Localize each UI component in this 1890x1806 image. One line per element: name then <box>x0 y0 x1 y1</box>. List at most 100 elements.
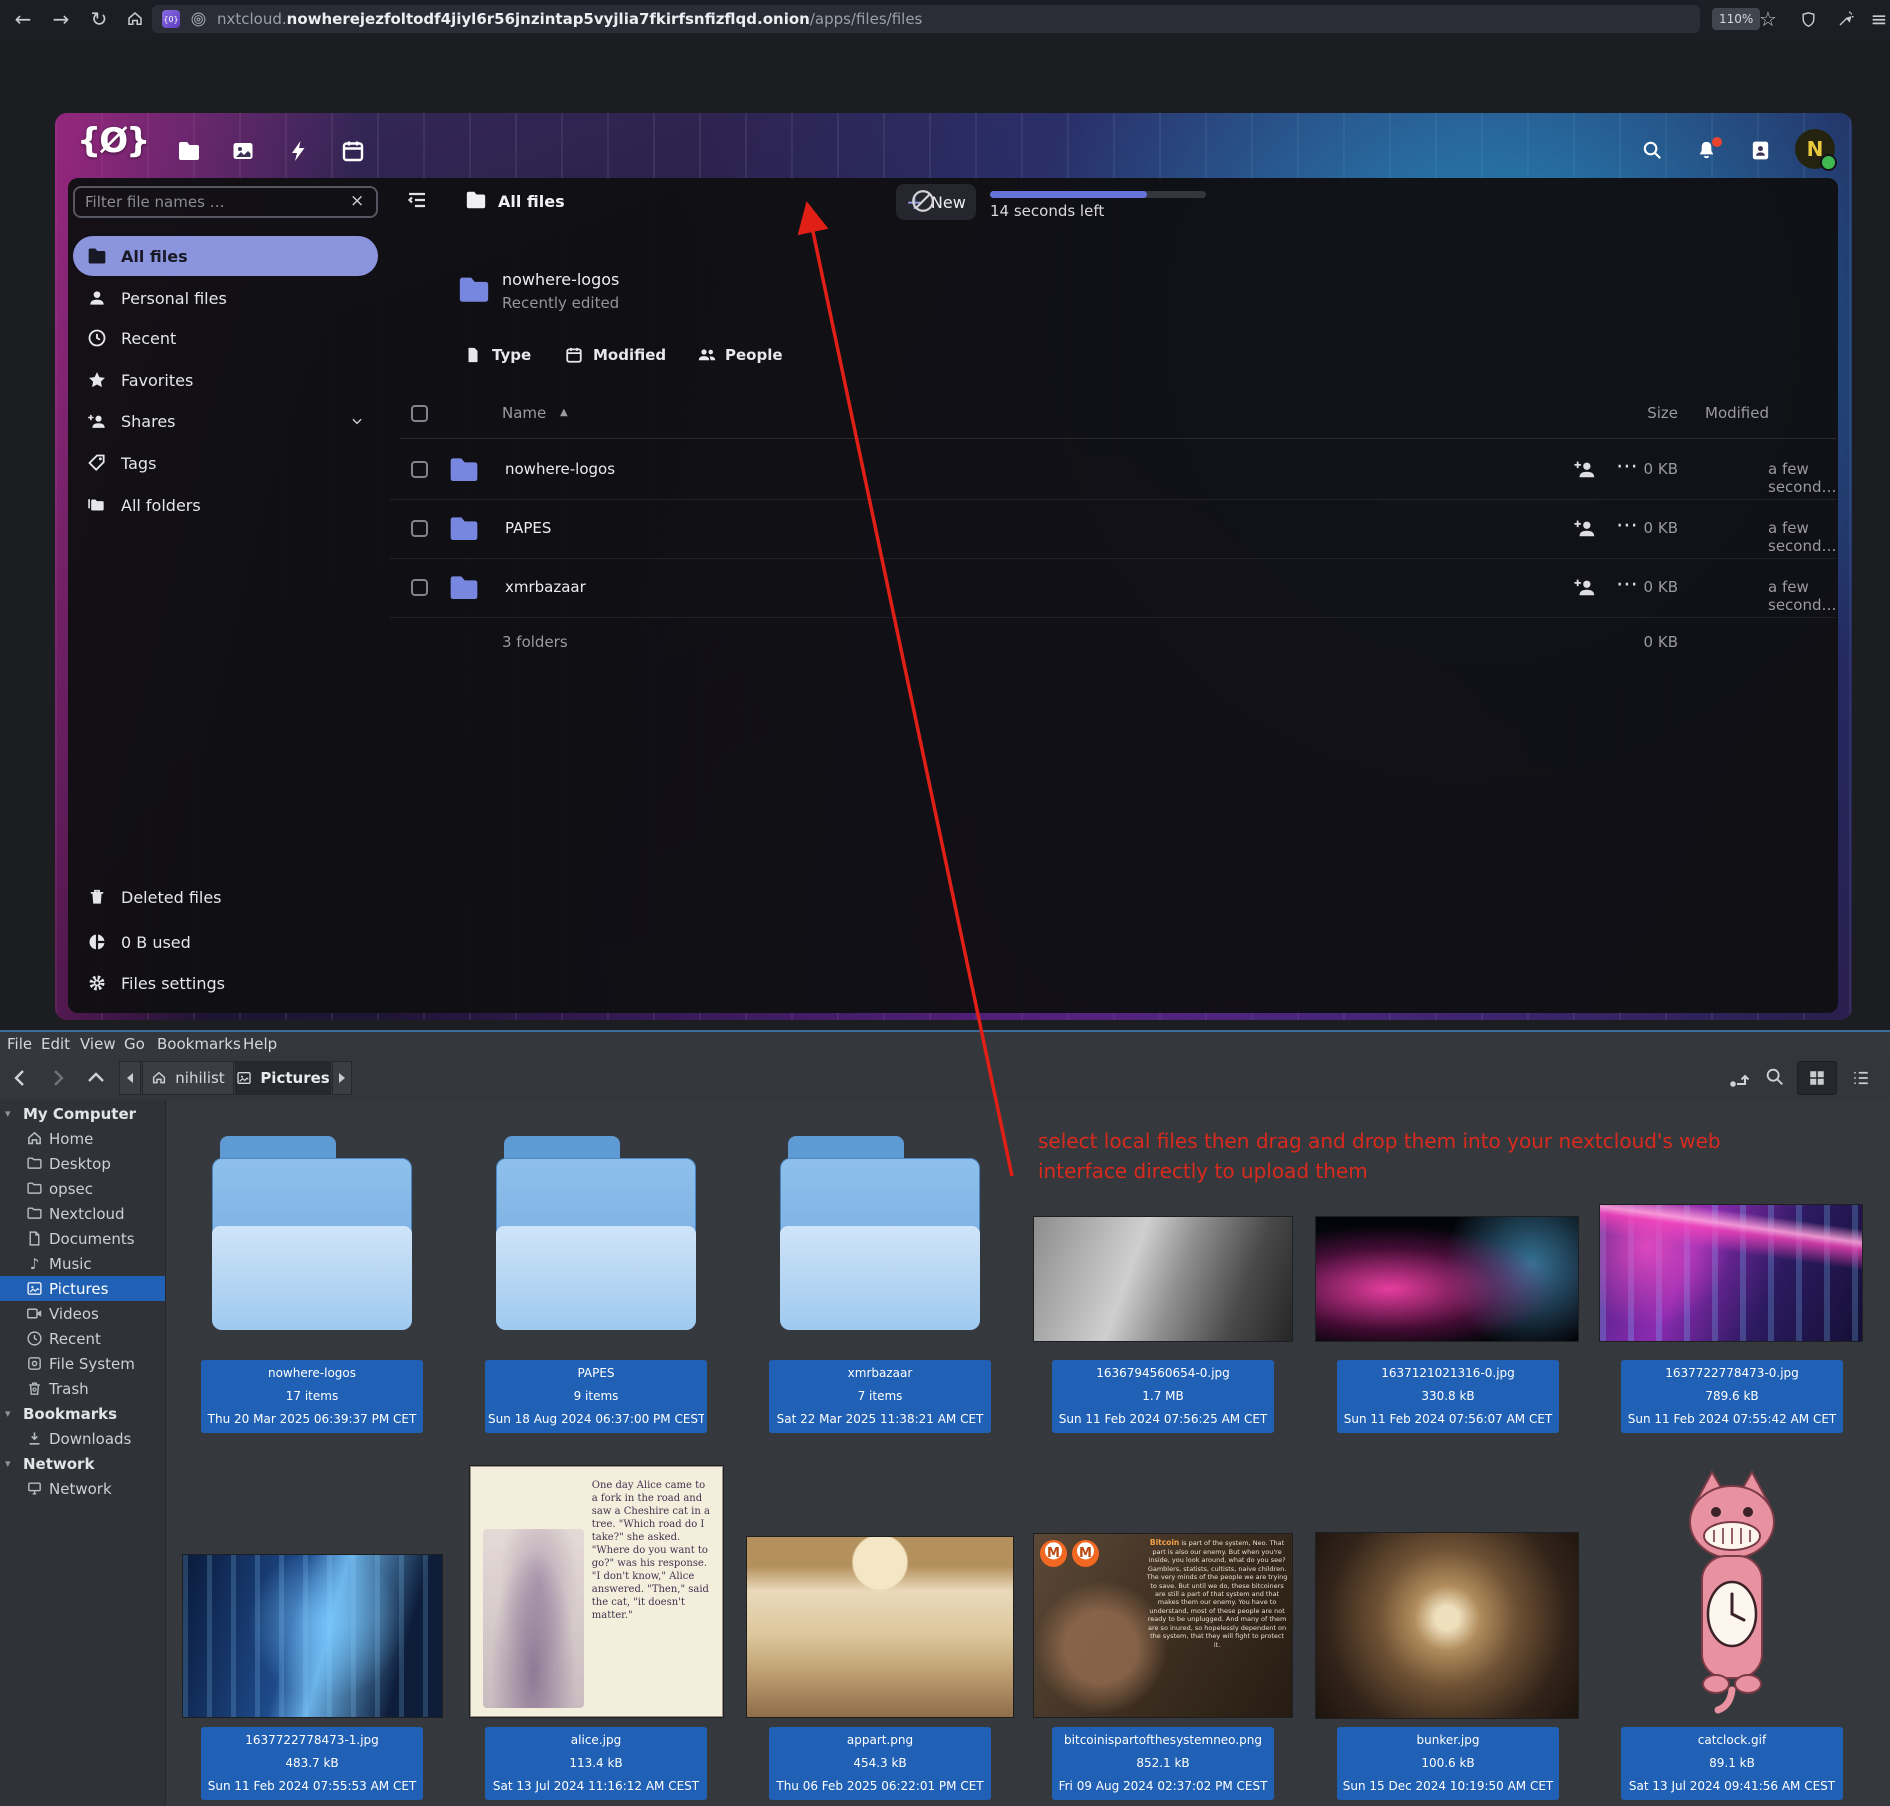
sidebar-item-recent[interactable]: Recent <box>73 318 378 358</box>
browser-forward-icon[interactable]: → <box>46 0 76 38</box>
sidebar-item-deleted-files[interactable]: Deleted files <box>73 877 378 917</box>
file-label[interactable]: catclock.gif 89.1 kB Sat 13 Jul 2024 09:… <box>1621 1727 1843 1800</box>
file-thumbnail-bitcoin-meme[interactable]: M M Bitcoin is part of the system, Neo. … <box>1034 1534 1292 1717</box>
tree-item-desktop[interactable]: Desktop <box>0 1151 165 1176</box>
row-checkbox[interactable] <box>411 579 428 596</box>
search-icon[interactable] <box>1764 1066 1788 1090</box>
file-thumbnail[interactable] <box>1316 1217 1578 1341</box>
row-checkbox[interactable] <box>411 520 428 537</box>
url-bar[interactable]: {0} nxtcloud.nowherejezfoltodf4jiyl6r56j… <box>152 5 1700 33</box>
recent-card[interactable]: nowhere-logos <box>502 270 619 289</box>
tree-item-nextcloud[interactable]: Nextcloud <box>0 1201 165 1226</box>
column-header-size[interactable]: Size <box>1598 404 1678 422</box>
file-label[interactable]: 1637722778473-0.jpg 789.6 kB Sun 11 Feb … <box>1621 1360 1843 1433</box>
expander-icon[interactable]: ▾ <box>5 1457 17 1470</box>
new-button[interactable]: + New <box>896 184 976 220</box>
fingerprint-icon[interactable] <box>190 11 207 28</box>
menu-view[interactable]: View <box>80 1035 116 1053</box>
browser-back-icon[interactable]: ← <box>8 0 38 38</box>
file-label[interactable]: bitcoinispartofthesystemneo.png 852.1 kB… <box>1052 1727 1274 1800</box>
search-icon[interactable] <box>1641 139 1665 163</box>
browser-reload-icon[interactable]: ↻ <box>84 0 114 38</box>
sidebar-item-quota[interactable]: 0 B used <box>73 922 378 962</box>
sidebar-item-favorites[interactable]: Favorites <box>73 360 378 400</box>
tree-section-network[interactable]: ▾ Network <box>0 1451 165 1476</box>
share-icon[interactable] <box>1573 458 1597 480</box>
breadcrumb-folder-icon[interactable] <box>465 189 487 211</box>
tree-item-network[interactable]: Network <box>0 1476 165 1501</box>
tree-item-documents[interactable]: Documents <box>0 1226 165 1251</box>
file-label[interactable]: alice.jpg 113.4 kB Sat 13 Jul 2024 11:16… <box>485 1727 707 1800</box>
table-row[interactable]: xmrbazaar ⋯ 0 KB a few second… <box>390 558 1836 618</box>
file-name[interactable]: PAPES <box>505 519 551 537</box>
file-label[interactable]: bunker.jpg 100.6 kB Sun 15 Dec 2024 10:1… <box>1337 1727 1559 1800</box>
browser-menu-icon[interactable]: ≡ <box>1864 0 1890 38</box>
menu-file[interactable]: File <box>7 1035 32 1053</box>
menu-bookmarks[interactable]: Bookmarks <box>157 1035 241 1053</box>
file-thumbnail[interactable] <box>1316 1533 1578 1718</box>
sidebar-item-tags[interactable]: Tags <box>73 443 378 483</box>
table-row[interactable]: PAPES ⋯ 0 KB a few second… <box>390 499 1836 559</box>
file-thumbnail[interactable] <box>747 1537 1013 1717</box>
file-name[interactable]: nowhere-logos <box>505 460 615 478</box>
nav-up-icon[interactable] <box>84 1066 108 1090</box>
path-scroll-right-icon[interactable] <box>332 1061 352 1095</box>
tree-item-pictures[interactable]: Pictures <box>0 1276 165 1301</box>
filter-files-input[interactable] <box>73 186 378 218</box>
path-bar-toggle-icon[interactable] <box>1728 1066 1752 1090</box>
tree-item-music[interactable]: ♪ Music <box>0 1251 165 1276</box>
file-label[interactable]: PAPES 9 items Sun 18 Aug 2024 06:37:00 P… <box>485 1360 707 1433</box>
filter-chip-modified[interactable]: Modified <box>565 346 666 364</box>
breadcrumb[interactable]: All files <box>498 192 565 211</box>
sidebar-item-personal-files[interactable]: Personal files <box>73 278 378 318</box>
sidebar-item-all-files[interactable]: All files <box>73 236 378 276</box>
tree-item-file-system[interactable]: File System <box>0 1351 165 1376</box>
path-segment-pictures[interactable]: Pictures <box>235 1061 331 1095</box>
path-segment-home[interactable]: nihilist <box>142 1061 234 1095</box>
tree-section-bookmarks[interactable]: ▾ Bookmarks <box>0 1401 165 1426</box>
list-view-button[interactable] <box>1841 1061 1881 1095</box>
bookmark-star-icon[interactable]: ☆ <box>1753 0 1783 38</box>
chevron-down-icon[interactable] <box>350 414 364 428</box>
calendar-app-icon[interactable] <box>341 139 365 163</box>
files-app-icon[interactable] <box>177 139 201 163</box>
sidebar-item-files-settings[interactable]: Files settings <box>73 963 378 1003</box>
tree-item-downloads[interactable]: Downloads <box>0 1426 165 1451</box>
shield-icon[interactable] <box>1793 0 1823 38</box>
compact-view-button[interactable] <box>1878 1061 1890 1095</box>
clear-filter-icon[interactable]: × <box>350 191 364 211</box>
nextcloud-logo[interactable]: {Ø} <box>77 121 148 161</box>
file-thumbnail-alice[interactable]: One day Alice came to a fork in the road… <box>470 1466 723 1717</box>
file-thumbnail[interactable] <box>1600 1205 1862 1341</box>
tree-item-recent[interactable]: Recent <box>0 1326 165 1351</box>
cleaner-broom-icon[interactable] <box>1831 0 1861 38</box>
menu-help[interactable]: Help <box>243 1035 277 1053</box>
icon-view-button[interactable] <box>1797 1061 1837 1095</box>
expander-icon[interactable]: ▾ <box>5 1407 17 1420</box>
file-item-folder[interactable] <box>780 1136 980 1336</box>
file-label[interactable]: nowhere-logos 17 items Thu 20 Mar 2025 0… <box>201 1360 423 1433</box>
file-thumbnail[interactable] <box>183 1555 442 1717</box>
column-header-modified[interactable]: Modified <box>1705 404 1769 422</box>
tree-section-my-computer[interactable]: ▾ My Computer <box>0 1101 165 1126</box>
share-icon[interactable] <box>1573 576 1597 598</box>
file-label[interactable]: 1637722778473-1.jpg 483.7 kB Sun 11 Feb … <box>201 1727 423 1800</box>
tree-item-trash[interactable]: Trash <box>0 1376 165 1401</box>
nav-back-icon[interactable] <box>8 1066 32 1090</box>
menu-edit[interactable]: Edit <box>41 1035 70 1053</box>
select-all-checkbox[interactable] <box>411 405 428 422</box>
file-item-folder[interactable] <box>496 1136 696 1336</box>
cancel-upload-icon[interactable] <box>910 188 936 214</box>
file-thumbnail-catclock[interactable] <box>1680 1468 1784 1718</box>
tree-item-opsec[interactable]: opsec <box>0 1176 165 1201</box>
photos-app-icon[interactable] <box>231 139 255 163</box>
user-avatar[interactable]: N <box>1795 129 1835 169</box>
filter-chip-people[interactable]: People <box>697 346 783 364</box>
file-label[interactable]: appart.png 454.3 kB Thu 06 Feb 2025 06:2… <box>769 1727 991 1800</box>
activity-bolt-icon[interactable] <box>287 139 311 163</box>
tree-item-videos[interactable]: Videos <box>0 1301 165 1326</box>
expander-icon[interactable]: ▾ <box>5 1107 17 1120</box>
row-checkbox[interactable] <box>411 461 428 478</box>
browser-home-icon[interactable] <box>120 0 150 38</box>
file-name[interactable]: xmrbazaar <box>505 578 586 596</box>
